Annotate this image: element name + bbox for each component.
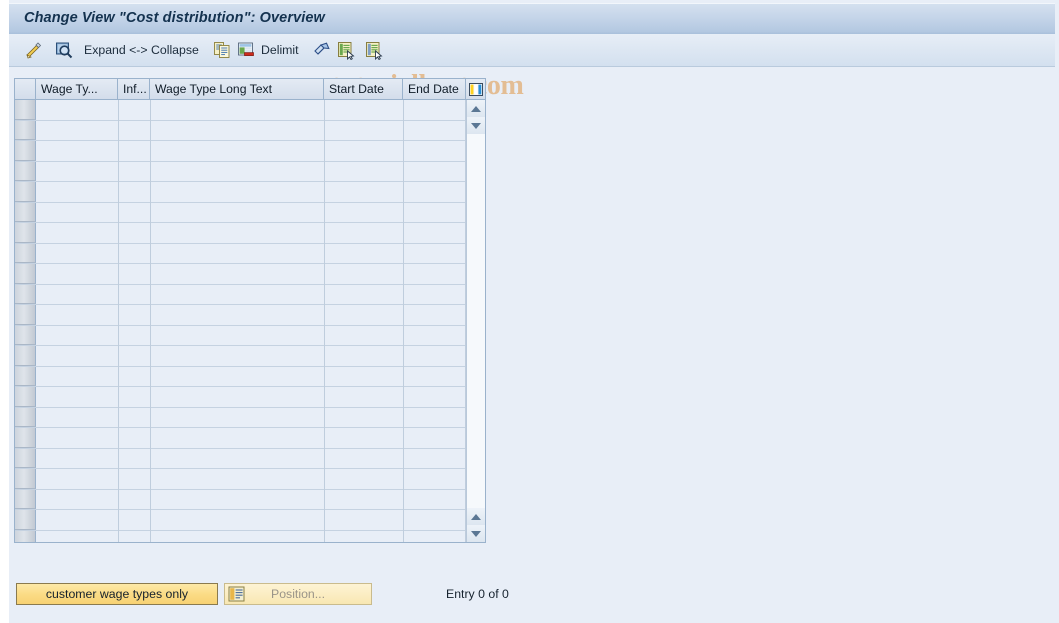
row-selector[interactable] (15, 100, 36, 120)
table-row[interactable] (15, 530, 466, 542)
table-row[interactable] (15, 141, 466, 162)
scroll-up-button[interactable] (467, 117, 485, 134)
column-divider (403, 100, 404, 542)
wage-type-table: Wage Ty... Inf... Wage Type Long Text St… (14, 78, 486, 543)
table-row[interactable] (15, 305, 466, 326)
table-row[interactable] (15, 223, 466, 244)
select-all-button[interactable] (336, 39, 356, 61)
customer-wage-types-only-button[interactable]: customer wage types only (16, 583, 218, 605)
table-row[interactable] (15, 284, 466, 305)
row-selector[interactable] (15, 305, 36, 325)
expand-collapse-button[interactable]: Expand <-> Collapse (84, 39, 199, 61)
table-body (15, 100, 466, 542)
undo-arrow-icon (312, 40, 332, 60)
row-selector[interactable] (15, 448, 36, 468)
copy-as-button[interactable] (212, 39, 232, 61)
column-header-start-date[interactable]: Start Date (324, 79, 403, 99)
table-row[interactable] (15, 202, 466, 223)
pencil-magnify-icon (23, 40, 43, 60)
table-row[interactable] (15, 469, 466, 490)
table-row[interactable] (15, 161, 466, 182)
row-selector[interactable] (15, 325, 36, 345)
table-row[interactable] (15, 428, 466, 449)
table-row[interactable] (15, 510, 466, 531)
magnifier-icon (54, 40, 74, 60)
customer-wage-types-only-label: customer wage types only (45, 587, 189, 601)
row-selector[interactable] (15, 202, 36, 222)
column-header-wage-type[interactable]: Wage Ty... (36, 79, 118, 99)
position-label: Position... (271, 587, 325, 601)
arrow-up-icon (471, 513, 481, 520)
row-selector[interactable] (15, 366, 36, 386)
display-entry-button[interactable] (54, 39, 74, 61)
delete-entry-button[interactable] (236, 39, 256, 61)
column-divider (150, 100, 151, 542)
table-row[interactable] (15, 325, 466, 346)
row-selector[interactable] (15, 428, 36, 448)
table-vertical-scrollbar[interactable] (466, 100, 485, 542)
table-row[interactable] (15, 100, 466, 121)
table-row[interactable] (15, 346, 466, 367)
scroll-down-button[interactable] (467, 508, 485, 525)
arrow-down-icon (471, 122, 481, 129)
row-selector[interactable] (15, 223, 36, 243)
table-row[interactable] (15, 387, 466, 408)
deselect-all-button[interactable] (364, 39, 384, 61)
table-row[interactable] (15, 120, 466, 141)
table-settings-icon[interactable] (466, 79, 485, 99)
delimit-button[interactable]: Delimit (261, 39, 299, 61)
position-button[interactable]: Position... (224, 583, 372, 605)
column-header-end-date[interactable]: End Date (403, 79, 466, 99)
row-selector[interactable] (15, 346, 36, 366)
row-selector[interactable] (15, 387, 36, 407)
table-row[interactable] (15, 448, 466, 469)
window-left-gutter (0, 0, 9, 623)
table-row[interactable] (15, 182, 466, 203)
table-header-row: Wage Ty... Inf... Wage Type Long Text St… (15, 79, 485, 100)
scrollbar-track[interactable] (467, 134, 485, 508)
delete-row-icon (236, 40, 256, 60)
delimit-label: Delimit (261, 43, 299, 57)
row-selector[interactable] (15, 510, 36, 530)
header-select-all-cell[interactable] (15, 79, 36, 99)
table-row[interactable] (15, 407, 466, 428)
row-selector[interactable] (15, 530, 36, 542)
expand-collapse-label: Expand <-> Collapse (84, 43, 199, 57)
row-selector[interactable] (15, 407, 36, 427)
column-divider (324, 100, 325, 542)
select-block-icon (336, 40, 356, 61)
column-divider (118, 100, 119, 542)
deselect-block-icon (364, 40, 384, 61)
scroll-top-button[interactable] (467, 100, 485, 117)
change-entry-button[interactable] (23, 39, 43, 61)
title-bar: Change View "Cost distribution": Overvie… (9, 3, 1055, 34)
application-toolbar: Expand <-> Collapse Delimit (9, 34, 1055, 101)
row-selector[interactable] (15, 120, 36, 140)
row-selector[interactable] (15, 141, 36, 161)
entry-count-status: Entry 0 of 0 (446, 587, 509, 601)
copy-icon (212, 40, 232, 60)
table-row[interactable] (15, 243, 466, 264)
page-title: Change View "Cost distribution": Overvie… (24, 10, 325, 26)
row-selector[interactable] (15, 161, 36, 181)
position-icon (228, 586, 245, 602)
row-selector[interactable] (15, 264, 36, 284)
table-row[interactable] (15, 366, 466, 387)
row-selector[interactable] (15, 182, 36, 202)
table-row[interactable] (15, 264, 466, 285)
table-row[interactable] (15, 489, 466, 510)
row-selector[interactable] (15, 243, 36, 263)
row-selector[interactable] (15, 489, 36, 509)
sap-application-window: Change View "Cost distribution": Overvie… (0, 0, 1059, 623)
arrow-up-icon (471, 105, 481, 112)
column-header-long-text[interactable]: Wage Type Long Text (150, 79, 324, 99)
row-selector[interactable] (15, 284, 36, 304)
column-header-infotype[interactable]: Inf... (118, 79, 150, 99)
undo-button[interactable] (312, 39, 332, 61)
arrow-down-icon (471, 530, 481, 537)
scroll-bottom-button[interactable] (467, 525, 485, 542)
row-selector[interactable] (15, 469, 36, 489)
